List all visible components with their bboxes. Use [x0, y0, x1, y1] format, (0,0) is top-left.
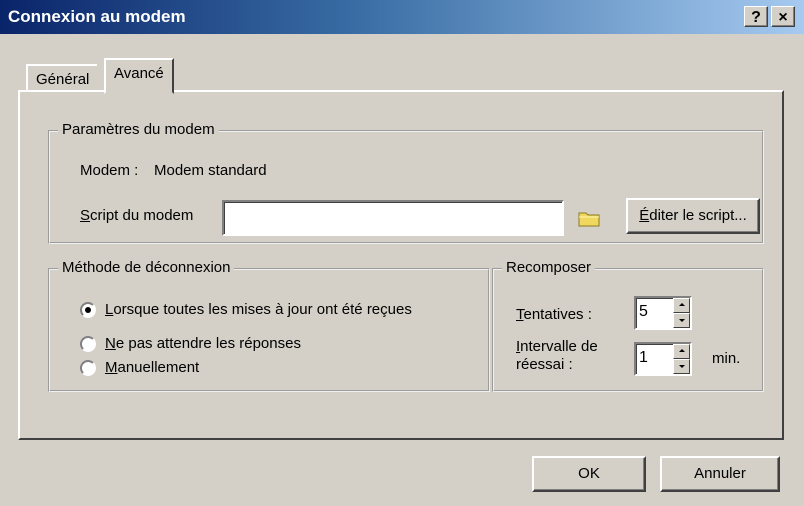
- disconnect-method-legend: Méthode de déconnexion: [58, 259, 235, 276]
- tab-general-label: Général: [36, 71, 90, 88]
- folder-icon[interactable]: [578, 210, 600, 227]
- script-label-rest: cript du modem: [90, 207, 194, 224]
- interval-label: Intervalle de réessai :: [516, 338, 598, 374]
- option-manually-label: Manuellement: [105, 359, 199, 376]
- modem-settings-legend: Paramètres du modem: [58, 121, 219, 138]
- disconnect-method-group: Méthode de déconnexion Lorsque toutes le…: [48, 259, 490, 392]
- option-when-all-received-label: Lorsque toutes les mises à jour ont été …: [105, 301, 412, 318]
- radio-do-not-wait[interactable]: [80, 336, 96, 352]
- edit-script-label: diter le script...: [649, 207, 747, 224]
- attempts-rest: entatives :: [523, 306, 592, 323]
- interval-line2: réessai :: [516, 356, 573, 373]
- option-3-rest: anuellement: [117, 359, 200, 376]
- option-do-not-wait-label: Ne pas attendre les réponses: [105, 335, 301, 352]
- script-label-accel: S: [80, 207, 91, 224]
- option-2-rest: e pas attendre les réponses: [115, 335, 301, 352]
- modem-settings-group: Paramètres du modem Modem : Modem standa…: [48, 121, 764, 244]
- interval-spinner[interactable]: [673, 344, 690, 374]
- radio-manually[interactable]: [80, 360, 96, 376]
- modem-label: Modem :: [80, 162, 139, 179]
- option-1-rest: orsque toutes les mises à jour ont été r…: [113, 301, 412, 318]
- redial-group: Recomposer Tentatives : 5 Intervalle de r…: [492, 259, 764, 392]
- attempts-spinner[interactable]: [673, 298, 690, 328]
- close-button[interactable]: ×: [771, 6, 795, 27]
- edit-script-accel: É: [639, 207, 650, 224]
- tab-panel: Paramètres du modem Modem : Modem standa…: [18, 90, 784, 440]
- radio-when-all-received[interactable]: [80, 302, 96, 318]
- interval-up-button[interactable]: [673, 344, 690, 359]
- window-title: Connexion au modem: [8, 7, 186, 26]
- script-label: Script du modem: [80, 207, 193, 224]
- ok-button[interactable]: OK: [532, 456, 646, 492]
- script-input[interactable]: [222, 200, 564, 236]
- interval-unit: min.: [712, 350, 741, 367]
- attempts-up-button[interactable]: [673, 298, 690, 313]
- attempts-label: Tentatives :: [516, 306, 592, 323]
- redial-legend: Recomposer: [502, 259, 596, 276]
- tab-general[interactable]: Général: [26, 64, 98, 92]
- option-2-accel: N: [105, 335, 116, 352]
- tab-advanced[interactable]: Avancé: [104, 58, 174, 94]
- radio-selected-dot: [85, 307, 91, 313]
- attempts-down-button[interactable]: [673, 313, 690, 328]
- interval-rest: ntervalle de: [520, 338, 598, 355]
- tab-advanced-label: Avancé: [114, 65, 164, 82]
- edit-script-button[interactable]: Éditer le script...: [626, 198, 760, 234]
- help-button[interactable]: ?: [744, 6, 768, 27]
- modem-value: Modem standard: [154, 162, 267, 179]
- title-bar[interactable]: Connexion au modem ? ×: [0, 0, 804, 34]
- interval-down-button[interactable]: [673, 359, 690, 374]
- option-3-accel: M: [105, 359, 118, 376]
- cancel-button[interactable]: Annuler: [660, 456, 780, 492]
- attempts-accel: T: [516, 306, 524, 323]
